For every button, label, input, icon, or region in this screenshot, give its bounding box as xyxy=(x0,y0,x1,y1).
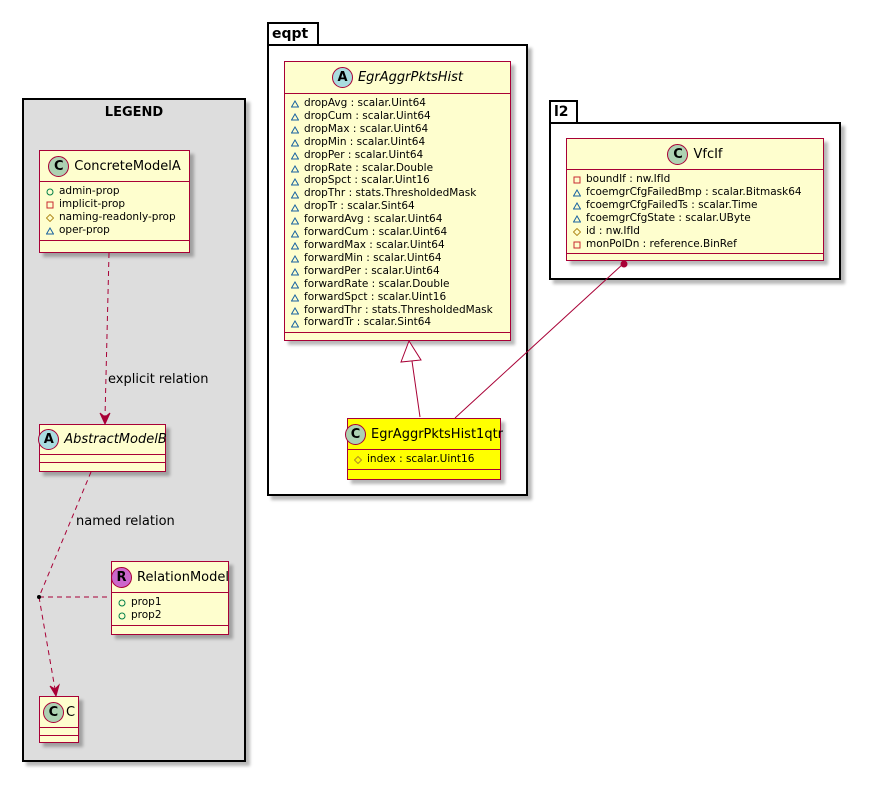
c-relation-line xyxy=(38,596,56,690)
named-relation-line xyxy=(38,471,92,598)
composition-endpoint-dot xyxy=(620,260,628,268)
inheritance-arrowhead xyxy=(400,339,422,363)
composition-line xyxy=(454,263,624,419)
relation-junction-dot xyxy=(37,595,41,599)
inheritance-line xyxy=(411,360,421,418)
explicit-relation-arrowhead xyxy=(99,412,111,426)
relation-lines xyxy=(37,252,628,698)
explicit-relation-line xyxy=(104,252,110,418)
